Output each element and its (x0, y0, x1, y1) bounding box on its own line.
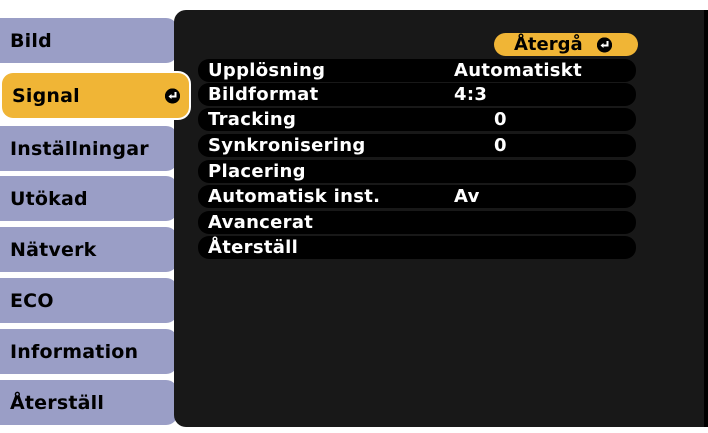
enter-icon (597, 37, 612, 52)
setting-label: Placering (208, 161, 306, 182)
setting-value: 0 (494, 135, 507, 156)
setting-row-bildformat[interactable]: Bildformat 4:3 (198, 83, 636, 106)
setting-label: Automatisk inst. (208, 186, 381, 207)
setting-label: Avancerat (208, 212, 314, 233)
setting-label: Upplösning (208, 60, 326, 81)
menu-tab-label: Information (10, 340, 139, 363)
menu-tab-label: Utökad (10, 187, 88, 210)
menu-tab-label: Bild (10, 29, 52, 52)
setting-value: Av (454, 186, 480, 207)
back-button[interactable]: Återgå (494, 33, 638, 56)
setting-label: Bildformat (208, 84, 319, 105)
back-button-label: Återgå (514, 34, 583, 55)
menu-tab-natverk[interactable]: Nätverk (0, 227, 178, 272)
setting-row-avancerat[interactable]: Avancerat (198, 211, 636, 234)
setting-row-synkronisering[interactable]: Synkronisering 0 (198, 134, 636, 157)
menu-tab-label: ECO (10, 289, 54, 312)
menu-tab-label: Inställningar (10, 137, 149, 160)
menu-tab-installningar[interactable]: Inställningar (0, 126, 178, 171)
menu-tab-aterstall[interactable]: Återställ (0, 380, 178, 425)
setting-value: 4:3 (454, 84, 488, 105)
setting-label: Synkronisering (208, 135, 366, 156)
setting-value: 0 (494, 109, 507, 130)
menu-tab-signal[interactable]: Signal (2, 73, 189, 118)
menu-tab-label: Återställ (10, 391, 105, 414)
menu-tab-label: Signal (12, 84, 80, 107)
setting-row-placering[interactable]: Placering (198, 160, 636, 183)
setting-row-upplosning[interactable]: Upplösning Automatiskt (198, 59, 636, 82)
menu-tab-label: Nätverk (10, 238, 97, 261)
menu-tab-eco[interactable]: ECO (0, 278, 178, 323)
setting-value: Automatiskt (454, 60, 582, 81)
menu-tab-information[interactable]: Information (0, 329, 178, 374)
setting-label: Tracking (208, 109, 297, 130)
setting-label: Återställ (208, 237, 299, 258)
setting-row-automatisk-inst[interactable]: Automatisk inst. Av (198, 185, 636, 208)
menu-tab-utokad[interactable]: Utökad (0, 176, 178, 221)
enter-icon (165, 88, 180, 103)
menu-tab-bild[interactable]: Bild (0, 18, 178, 63)
setting-row-tracking[interactable]: Tracking 0 (198, 108, 636, 131)
setting-row-aterstall[interactable]: Återställ (198, 236, 636, 259)
